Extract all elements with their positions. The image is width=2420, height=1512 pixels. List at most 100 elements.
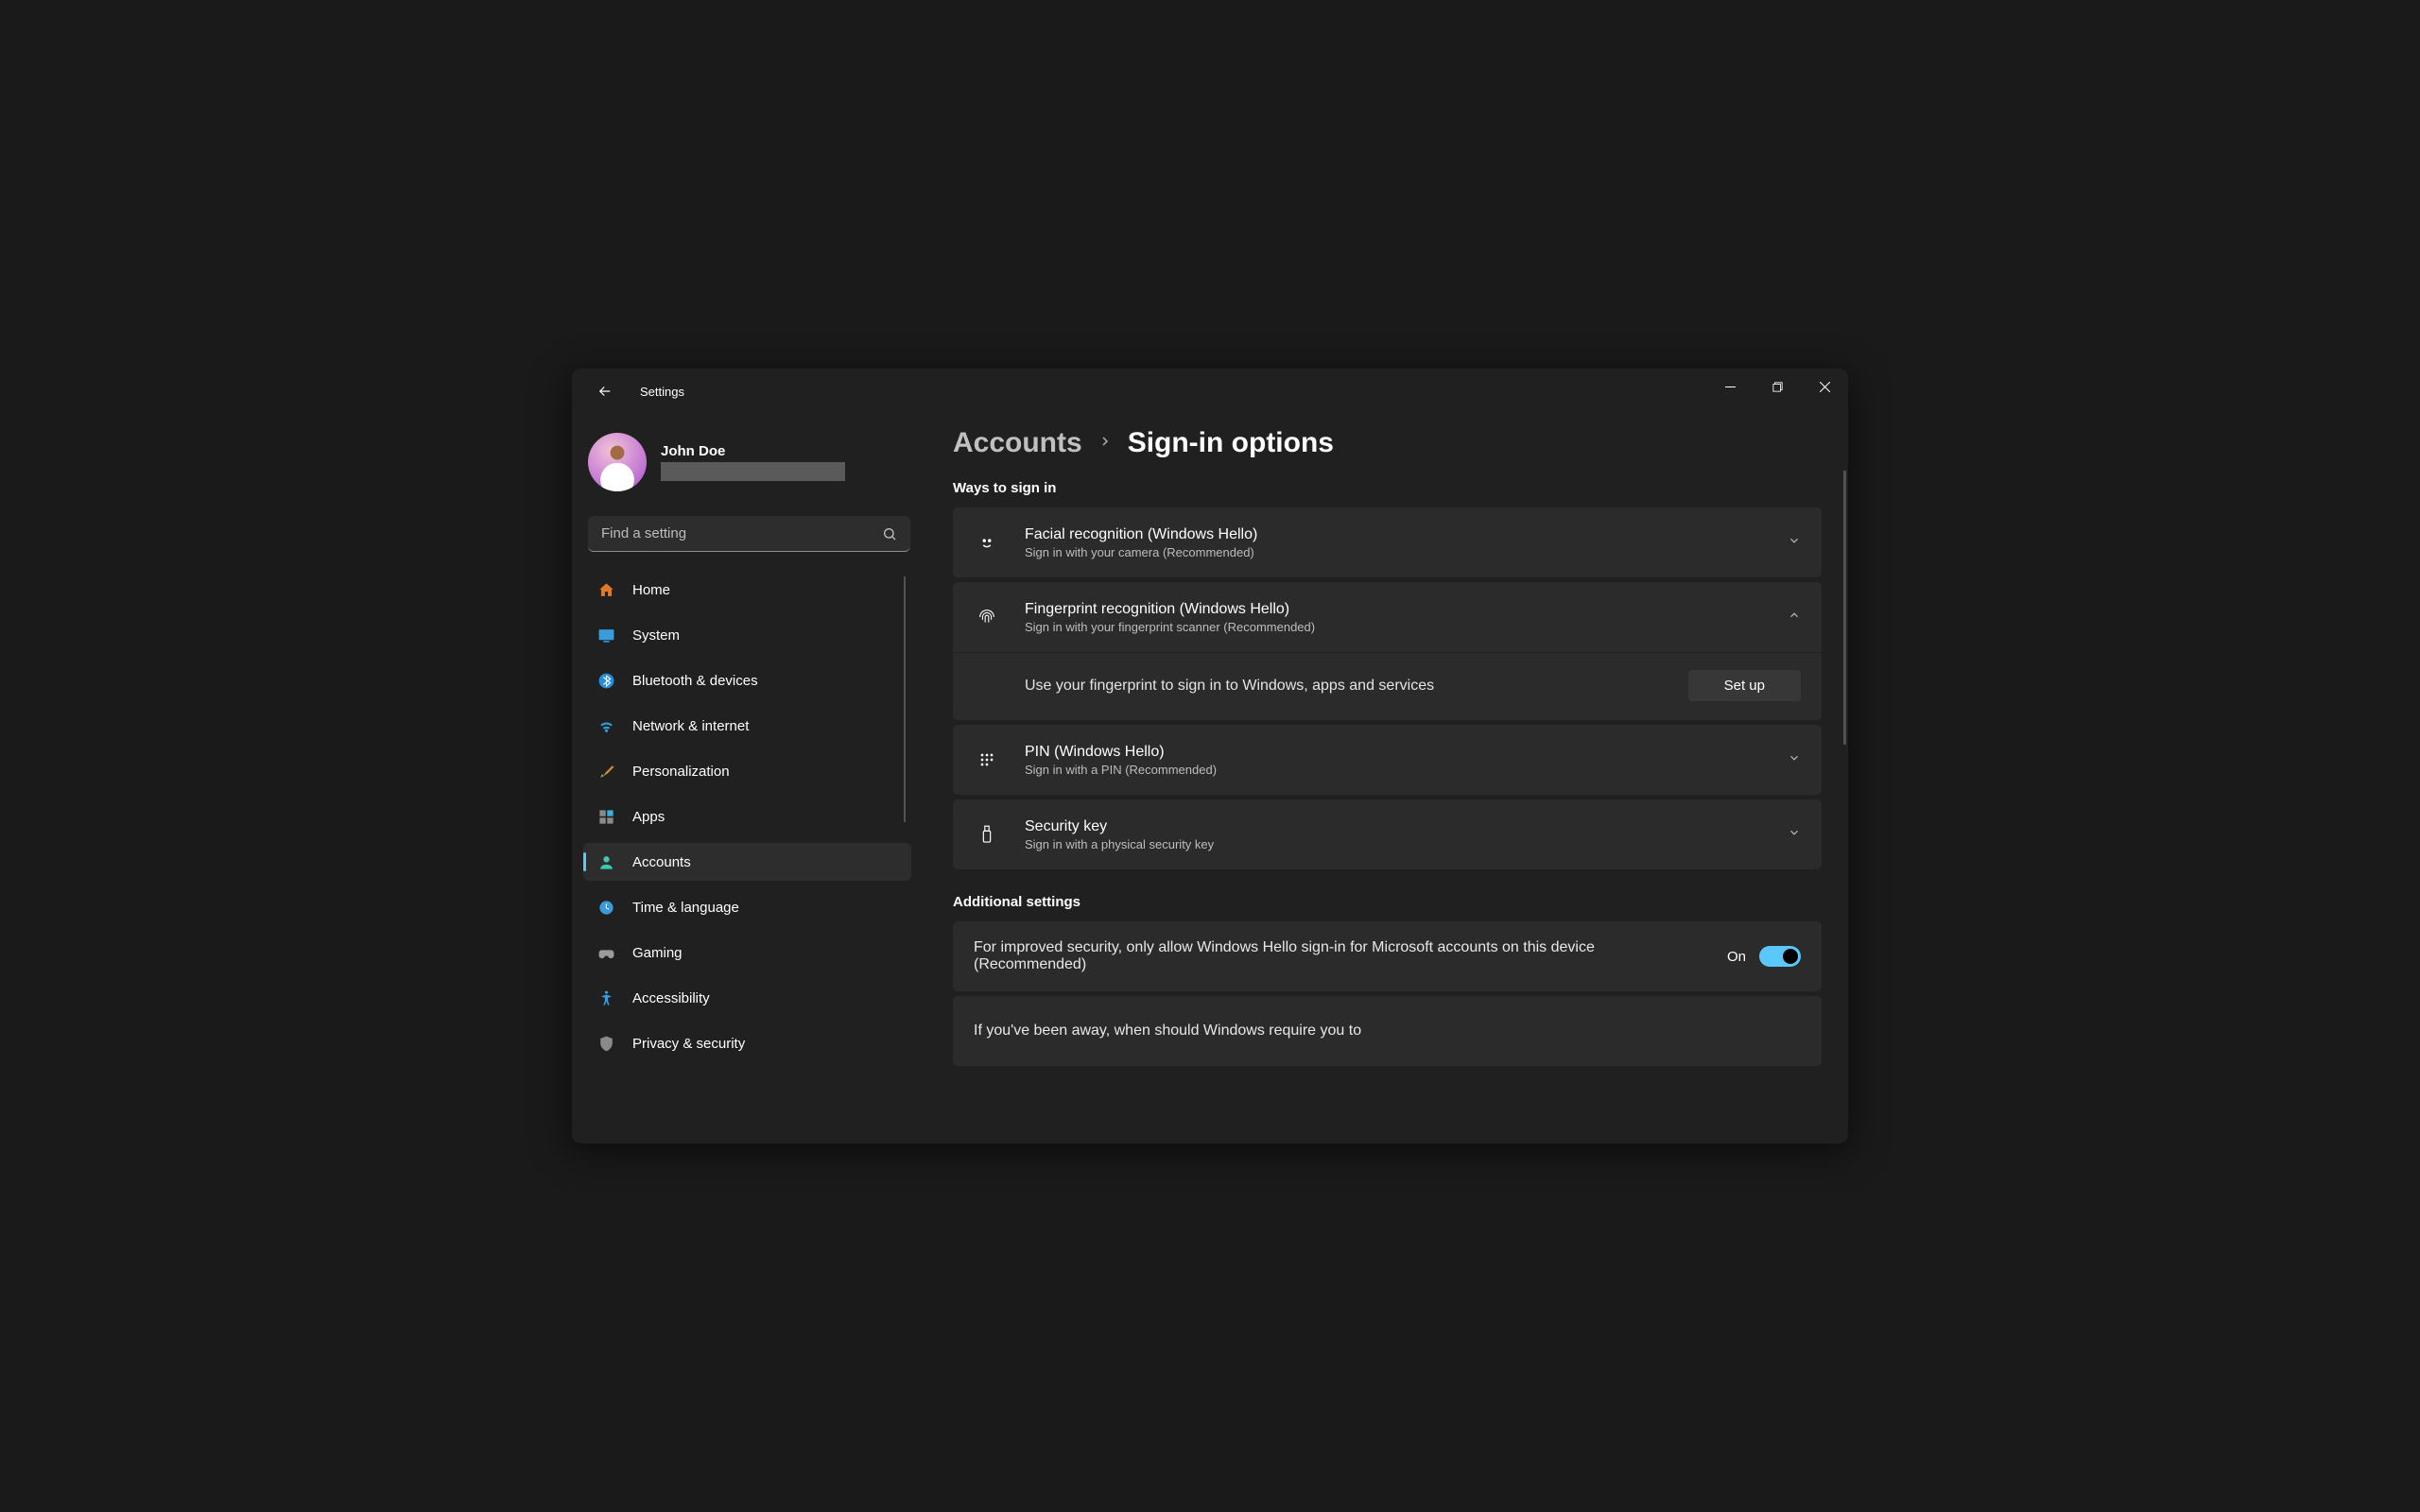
card-text: PIN (Windows Hello) Sign in with a PIN (… (1025, 744, 1788, 777)
clock-icon (596, 898, 615, 917)
body: John Doe Home (572, 414, 1848, 1143)
additional-settings: Additional settings For improved securit… (953, 894, 1822, 1066)
card-facial-recognition: Facial recognition (Windows Hello) Sign … (953, 507, 1822, 577)
card-subtitle: Sign in with a PIN (Recommended) (1025, 763, 1788, 777)
away-text: If you've been away, when should Windows… (974, 1022, 1801, 1040)
sidebar-item-accessibility[interactable]: Accessibility (583, 979, 911, 1017)
window-controls (1706, 369, 1848, 404)
card-row-fingerprint[interactable]: Fingerprint recognition (Windows Hello) … (953, 582, 1822, 652)
avatar (588, 433, 647, 491)
breadcrumb-parent[interactable]: Accounts (953, 427, 1082, 459)
chevron-down-icon (1788, 534, 1801, 552)
sidebar-item-privacy[interactable]: Privacy & security (583, 1024, 911, 1062)
chevron-down-icon (1788, 751, 1801, 769)
close-button[interactable] (1801, 369, 1848, 404)
search-box[interactable] (588, 516, 910, 552)
nav-list: Home System Bluetooth & devices (583, 571, 915, 1143)
sidebar-item-personalization[interactable]: Personalization (583, 752, 911, 790)
wifi-icon (596, 716, 615, 735)
sidebar-item-bluetooth[interactable]: Bluetooth & devices (583, 662, 911, 699)
fingerprint-detail-row: Use your fingerprint to sign in to Windo… (953, 652, 1822, 720)
fingerprint-icon (974, 604, 1000, 630)
card-fingerprint: Fingerprint recognition (Windows Hello) … (953, 582, 1822, 720)
section-title-ways: Ways to sign in (953, 480, 1822, 496)
maximize-icon (1772, 382, 1783, 392)
sidebar-item-label: Personalization (632, 764, 730, 780)
profile-email-redacted (661, 462, 845, 481)
sidebar-item-apps[interactable]: Apps (583, 798, 911, 835)
card-subtitle: Sign in with your camera (Recommended) (1025, 545, 1788, 559)
card-row-face[interactable]: Facial recognition (Windows Hello) Sign … (953, 507, 1822, 577)
sidebar-item-label: Privacy & security (632, 1036, 745, 1052)
sidebar-item-label: Bluetooth & devices (632, 673, 758, 689)
card-row-security-key[interactable]: Security key Sign in with a physical sec… (953, 799, 1822, 869)
main-content: Accounts Sign-in options Ways to sign in… (926, 414, 1848, 1143)
hello-only-toggle[interactable] (1759, 946, 1801, 967)
card-title: Facial recognition (Windows Hello) (1025, 526, 1788, 543)
section-title-additional: Additional settings (953, 894, 1822, 910)
sidebar-item-label: Network & internet (632, 718, 749, 734)
apps-icon (596, 807, 615, 826)
sidebar-item-label: Home (632, 582, 670, 598)
maximize-button[interactable] (1754, 369, 1801, 404)
home-icon (596, 580, 615, 599)
search-input[interactable] (601, 525, 882, 541)
shield-icon (596, 1034, 615, 1053)
sidebar-item-label: Time & language (632, 900, 739, 916)
sidebar-item-label: Accounts (632, 854, 691, 870)
chevron-right-icon (1098, 434, 1113, 454)
card-title: PIN (Windows Hello) (1025, 744, 1788, 761)
titlebar: Settings (572, 369, 1848, 414)
sidebar-item-home[interactable]: Home (583, 571, 911, 609)
close-icon (1820, 382, 1830, 392)
chevron-up-icon (1788, 609, 1801, 627)
usb-key-icon (974, 821, 1000, 848)
app-title: Settings (640, 385, 684, 399)
card-title: Security key (1025, 818, 1788, 835)
card-text: Security key Sign in with a physical sec… (1025, 818, 1788, 851)
minimize-icon (1725, 382, 1736, 392)
card-text: Facial recognition (Windows Hello) Sign … (1025, 526, 1788, 559)
bluetooth-icon (596, 671, 615, 690)
card-text: Fingerprint recognition (Windows Hello) … (1025, 601, 1788, 634)
profile-info: John Doe (661, 443, 915, 481)
sidebar-item-network[interactable]: Network & internet (583, 707, 911, 745)
sidebar-item-label: Apps (632, 809, 665, 825)
arrow-left-icon (596, 383, 614, 400)
sidebar-item-system[interactable]: System (583, 616, 911, 654)
settings-window: Settings John Doe (572, 369, 1848, 1143)
sidebar: John Doe Home (572, 414, 926, 1143)
card-row-pin[interactable]: PIN (Windows Hello) Sign in with a PIN (… (953, 725, 1822, 795)
sidebar-item-label: System (632, 627, 680, 644)
card-subtitle: Sign in with your fingerprint scanner (R… (1025, 620, 1788, 634)
person-icon (596, 852, 615, 871)
toggle-knob (1783, 949, 1798, 964)
card-title: Fingerprint recognition (Windows Hello) (1025, 601, 1788, 618)
minimize-button[interactable] (1706, 369, 1754, 404)
back-button[interactable] (589, 375, 621, 407)
breadcrumb: Accounts Sign-in options (953, 427, 1822, 459)
sidebar-item-gaming[interactable]: Gaming (583, 934, 911, 971)
sidebar-item-accounts[interactable]: Accounts (583, 843, 911, 881)
setup-button[interactable]: Set up (1688, 670, 1801, 701)
toggle-state-label: On (1727, 949, 1746, 965)
search-icon (882, 526, 897, 541)
sidebar-item-label: Gaming (632, 945, 683, 961)
pin-keypad-icon (974, 747, 1000, 773)
hello-only-row: For improved security, only allow Window… (953, 921, 1822, 991)
brush-icon (596, 762, 615, 781)
sidebar-item-label: Accessibility (632, 990, 710, 1006)
gamepad-icon (596, 943, 615, 962)
card-pin: PIN (Windows Hello) Sign in with a PIN (… (953, 725, 1822, 795)
face-icon (974, 529, 1000, 556)
sidebar-item-time[interactable]: Time & language (583, 888, 911, 926)
breadcrumb-current: Sign-in options (1128, 427, 1334, 459)
accessibility-icon (596, 988, 615, 1007)
hello-only-text: For improved security, only allow Window… (974, 939, 1727, 973)
away-row: If you've been away, when should Windows… (953, 996, 1822, 1066)
search-wrap (583, 516, 915, 552)
main-scrollbar[interactable] (1843, 471, 1846, 745)
profile-block[interactable]: John Doe (583, 433, 915, 491)
profile-name: John Doe (661, 443, 915, 459)
card-subtitle: Sign in with a physical security key (1025, 837, 1788, 851)
